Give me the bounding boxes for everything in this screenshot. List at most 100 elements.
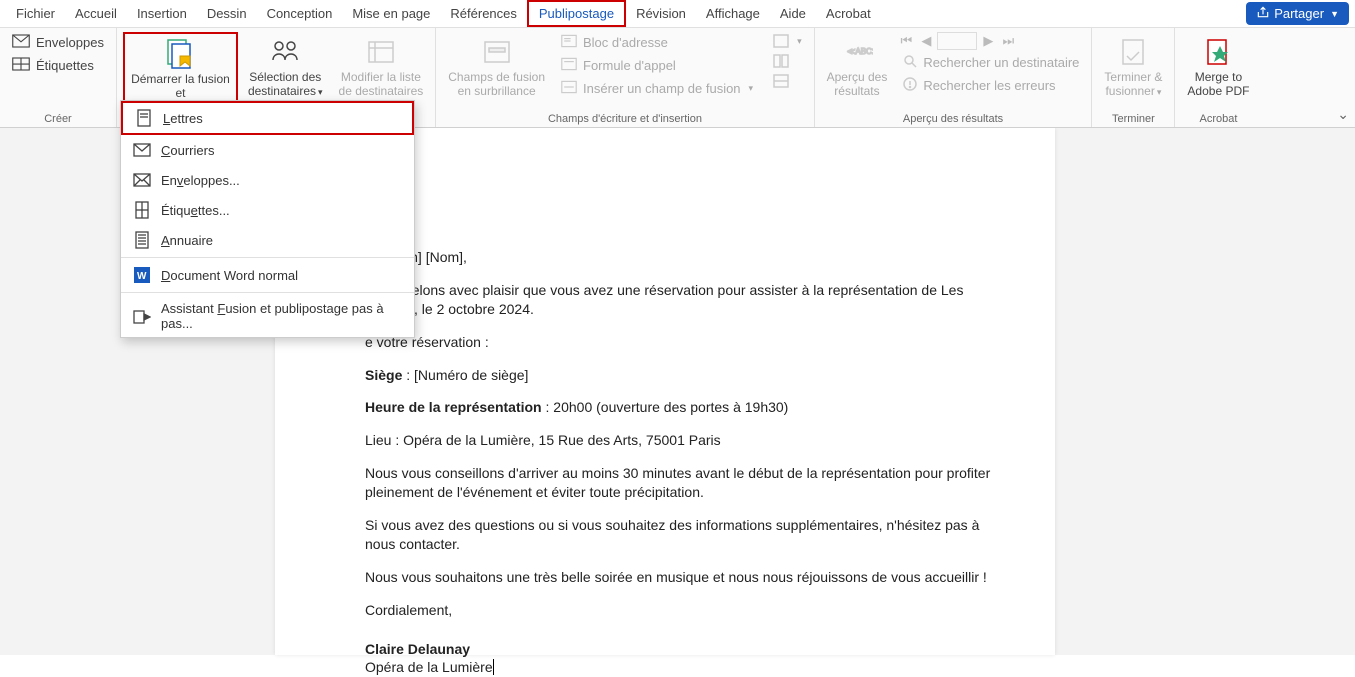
finish-merge-icon [1117, 36, 1149, 68]
inserer-champ-button: Insérer un champ de fusion ▾ [555, 78, 759, 99]
pdf-line1: Merge to [1195, 70, 1242, 84]
etiquettes-label: Étiquettes [36, 58, 94, 73]
recipients-icon [269, 36, 301, 68]
address-block-icon [561, 34, 577, 51]
tab-references[interactable]: Références [440, 2, 526, 25]
dropdown-enveloppes[interactable]: Enveloppes... [121, 165, 414, 195]
doc-p2: e votre réservation : [365, 333, 995, 352]
search-icon [903, 54, 917, 71]
doc-cordialement: Cordialement, [365, 601, 995, 620]
ribbon-expand-button[interactable]: ⌄ [1337, 106, 1349, 123]
tab-accueil[interactable]: Accueil [65, 2, 127, 25]
dd-annuaire-label: Annuaire [161, 233, 213, 248]
doc-siege: Siège : [Numéro de siège] [365, 366, 995, 385]
group-label-terminer: Terminer [1098, 111, 1168, 125]
tab-aide[interactable]: Aide [770, 2, 816, 25]
merge-pdf-button[interactable]: Merge to Adobe PDF [1181, 32, 1255, 103]
dropdown-annuaire[interactable]: Annuaire [121, 225, 414, 255]
first-record-icon: ⏮ [897, 32, 915, 50]
update-labels-button [767, 72, 808, 90]
ribbon-group-apercu: ≪ABC≫ Aperçu des résultats ⏮ ◀ ▶ ⏭ Reche… [815, 28, 1093, 127]
tab-publipostage[interactable]: Publipostage [527, 0, 626, 27]
doc-heure: Heure de la représentation : 20h00 (ouve… [365, 398, 995, 417]
ribbon-group-terminer: Terminer & fusionner▾ Terminer [1092, 28, 1175, 127]
highlight-fields-icon [481, 36, 513, 68]
directory-icon [133, 231, 151, 249]
chevron-down-icon: ▼ [1330, 9, 1339, 19]
tab-conception[interactable]: Conception [257, 2, 343, 25]
letter-icon [135, 109, 153, 127]
doc-greeting: [Prénom] [Nom], [365, 248, 995, 267]
share-icon [1256, 5, 1270, 22]
rechercher-erreurs-button: Rechercher les erreurs [897, 75, 1085, 96]
rules-button: ▾ [767, 32, 808, 50]
etiquettes-button[interactable]: Étiquettes [6, 55, 110, 76]
dd-lettres-label: Lettres [163, 111, 203, 126]
dropdown-lettres[interactable]: Lettres [121, 101, 414, 135]
tab-affichage[interactable]: Affichage [696, 2, 770, 25]
label-icon [12, 57, 30, 74]
rech-dest-label: Rechercher un destinataire [923, 55, 1079, 70]
dropdown-assistant[interactable]: Assistant Fusion et publipostage pas à p… [121, 295, 414, 337]
dd-enveloppes-label: Enveloppes... [161, 173, 240, 188]
share-label: Partager [1274, 6, 1324, 21]
doc-questions: Si vous avez des questions ou si vous so… [365, 516, 995, 554]
svg-text:W: W [137, 271, 147, 282]
group-label-champs: Champs d'écriture et d'insertion [442, 111, 807, 125]
enveloppes-button[interactable]: Enveloppes [6, 32, 110, 53]
apercu-line2: résultats [834, 84, 879, 98]
wizard-icon [133, 307, 151, 325]
ribbon-group-acrobat: Merge to Adobe PDF Acrobat [1175, 28, 1261, 127]
share-button[interactable]: Partager ▼ [1246, 2, 1349, 25]
greeting-line-icon [561, 57, 577, 74]
dd-docnormal-label: Document Word normal [161, 268, 298, 283]
selection-destinataires-button[interactable]: Sélection des destinataires▾ [242, 32, 329, 103]
nav-arrows: ⏮ ◀ ▶ ⏭ [897, 32, 1085, 50]
ribbon-group-champs: Champs de fusion en surbrillance Bloc d'… [435, 28, 814, 127]
terminer-line1: Terminer & [1104, 70, 1162, 84]
dropdown-separator [121, 292, 414, 293]
group-label-creer: Créer [6, 111, 110, 125]
start-merge-dropdown: Lettres Courriers Enveloppes... Étiquett… [120, 100, 415, 338]
svg-text:≪ABC≫: ≪ABC≫ [847, 47, 873, 56]
prev-record-icon: ◀ [917, 32, 935, 50]
dropdown-courriers[interactable]: Courriers [121, 135, 414, 165]
tab-fichier[interactable]: Fichier [6, 2, 65, 25]
tab-acrobat[interactable]: Acrobat [816, 2, 881, 25]
last-record-icon: ⏭ [999, 32, 1017, 50]
doc-sig-org: Opéra de la Lumière [365, 658, 995, 677]
edit-list-icon [365, 36, 397, 68]
tab-mise-en-page[interactable]: Mise en page [342, 2, 440, 25]
rech-err-label: Rechercher les erreurs [923, 78, 1055, 93]
word-doc-icon: W [133, 266, 151, 284]
dropdown-doc-normal[interactable]: W Document Word normal [121, 260, 414, 290]
record-number-input [937, 32, 977, 50]
pdf-line2: Adobe PDF [1187, 84, 1249, 98]
envelope-icon [12, 34, 30, 51]
group-label-acrobat: Acrobat [1181, 111, 1255, 125]
match-fields-button [767, 52, 808, 70]
dropdown-separator [121, 257, 414, 258]
selection-line2: destinataires [248, 84, 316, 98]
enveloppes-label: Enveloppes [36, 35, 104, 50]
tab-dessin[interactable]: Dessin [197, 2, 257, 25]
modifier-line2: de destinataires [339, 84, 424, 98]
doc-conseil: Nous vous conseillons d'arriver au moins… [365, 464, 995, 502]
tab-insertion[interactable]: Insertion [127, 2, 197, 25]
formule-appel-label: Formule d'appel [583, 58, 676, 73]
modifier-line1: Modifier la liste [341, 70, 421, 84]
chevron-down-icon: ▾ [318, 87, 323, 97]
demarrer-line1: Démarrer la fusion et [131, 72, 230, 101]
pdf-icon [1202, 36, 1234, 68]
next-record-icon: ▶ [979, 32, 997, 50]
tab-revision[interactable]: Révision [626, 2, 696, 25]
apercu-line1: Aperçu des [827, 70, 888, 84]
apercu-resultats-button: ≪ABC≫ Aperçu des résultats [821, 32, 894, 103]
insert-field-icon [561, 80, 577, 97]
surb-line1: Champs de fusion [448, 70, 545, 84]
surb-line2: en surbrillance [458, 84, 536, 98]
doc-p1: us rappelons avec plaisir que vous avez … [365, 281, 995, 319]
rechercher-destinataire-button: Rechercher un destinataire [897, 52, 1085, 73]
dropdown-etiquettes[interactable]: Étiquettes... [121, 195, 414, 225]
formule-appel-button: Formule d'appel [555, 55, 759, 76]
